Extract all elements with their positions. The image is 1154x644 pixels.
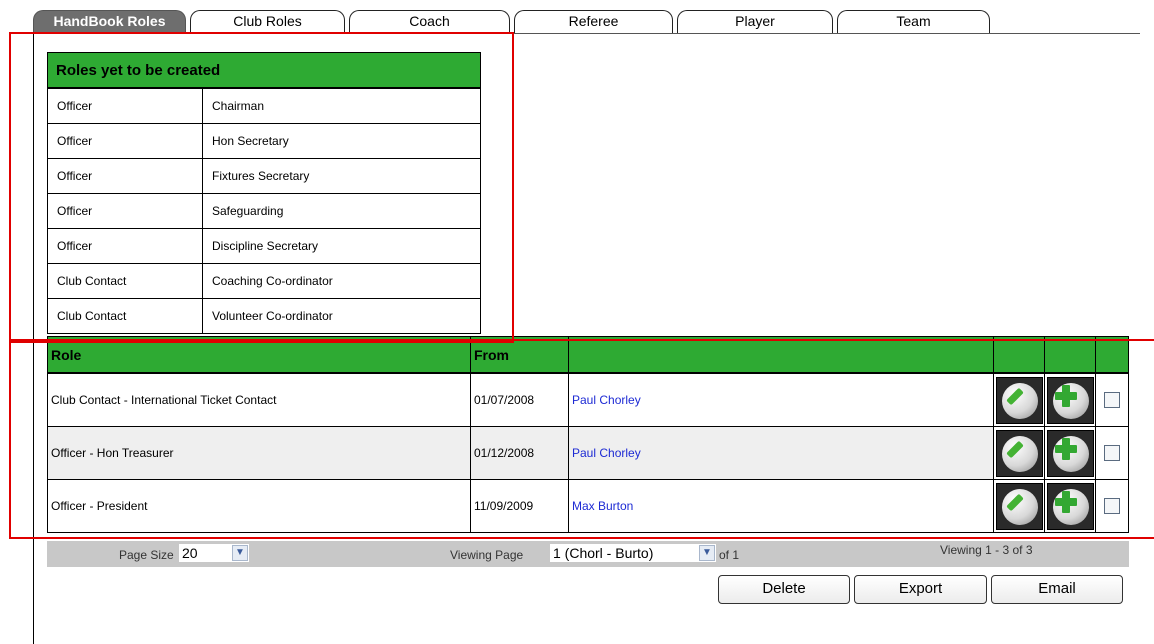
table-row: Club Contact - International Ticket Cont… (47, 372, 1129, 427)
pending-role-row: Officer Hon Secretary (47, 123, 481, 159)
select-cell (1095, 479, 1129, 533)
plus-icon[interactable] (1046, 482, 1094, 530)
person-link[interactable]: Max Burton (572, 499, 633, 513)
edit-cell (993, 426, 1045, 480)
from-date-cell: 01/07/2008 (470, 372, 569, 427)
add-cell (1044, 479, 1096, 533)
add-cell (1044, 426, 1096, 480)
tab-underline (33, 33, 1140, 34)
role-type: Officer (47, 193, 203, 229)
row-select-checkbox[interactable] (1104, 392, 1120, 408)
role-name: Safeguarding (202, 193, 481, 229)
select-cell (1095, 372, 1129, 427)
pending-role-row: Officer Safeguarding (47, 193, 481, 229)
role-cell: Club Contact - International Ticket Cont… (47, 372, 471, 427)
from-date-cell: 11/09/2009 (470, 479, 569, 533)
role-name: Chairman (202, 87, 481, 124)
pending-roles-title: Roles yet to be created (47, 52, 481, 89)
table-row: Officer - President 11/09/2009 Max Burto… (47, 479, 1129, 533)
tab-club-roles[interactable]: Club Roles (190, 10, 345, 33)
pencil-icon[interactable] (995, 482, 1043, 530)
role-type: Officer (47, 158, 203, 194)
tab-player[interactable]: Player (677, 10, 833, 33)
role-name: Coaching Co-ordinator (202, 263, 481, 299)
email-button[interactable]: Email (991, 575, 1123, 604)
role-type: Officer (47, 87, 203, 124)
column-header-edit (993, 336, 1045, 374)
page-size-select[interactable]: 20 ▼ (178, 543, 250, 563)
tab-handbook-roles[interactable]: HandBook Roles (33, 10, 186, 33)
role-type: Club Contact (47, 263, 203, 299)
column-header-select (1095, 336, 1129, 374)
column-header-from[interactable]: From (470, 336, 569, 374)
role-cell: Officer - Hon Treasurer (47, 426, 471, 480)
pending-role-row: Club Contact Coaching Co-ordinator (47, 263, 481, 299)
role-type: Club Contact (47, 298, 203, 334)
pending-role-row: Officer Discipline Secretary (47, 228, 481, 264)
delete-button[interactable]: Delete (718, 575, 850, 604)
pencil-icon[interactable] (995, 376, 1043, 424)
pager-bar: Page Size 20 ▼ Viewing Page 1 (Chorl - B… (47, 541, 1129, 567)
select-cell (1095, 426, 1129, 480)
pending-role-row: Officer Chairman (47, 87, 481, 124)
person-cell: Max Burton (568, 479, 994, 533)
tab-bar: HandBook Roles Club Roles Coach Referee … (0, 0, 1154, 34)
plus-icon[interactable] (1046, 429, 1094, 477)
column-header-role[interactable]: Role (47, 336, 471, 374)
role-type: Officer (47, 228, 203, 264)
role-cell: Officer - President (47, 479, 471, 533)
person-cell: Paul Chorley (568, 426, 994, 480)
tab-coach[interactable]: Coach (349, 10, 510, 33)
pending-role-row: Officer Fixtures Secretary (47, 158, 481, 194)
role-name: Hon Secretary (202, 123, 481, 159)
from-date-cell: 01/12/2008 (470, 426, 569, 480)
content-left-border (33, 33, 34, 644)
viewing-range-text: Viewing 1 - 3 of 3 (940, 543, 1033, 557)
role-name: Discipline Secretary (202, 228, 481, 264)
role-name: Fixtures Secretary (202, 158, 481, 194)
person-link[interactable]: Paul Chorley (572, 393, 641, 407)
pending-roles-table: Roles yet to be created Officer Chairman … (47, 52, 481, 334)
roles-header-row: Role From (47, 336, 1129, 374)
page-size-label: Page Size (119, 548, 174, 562)
edit-cell (993, 479, 1045, 533)
column-header-person (568, 336, 994, 374)
plus-icon[interactable] (1046, 376, 1094, 424)
pencil-icon[interactable] (995, 429, 1043, 477)
role-type: Officer (47, 123, 203, 159)
viewing-page-select[interactable]: 1 (Chorl - Burto) ▼ (549, 543, 717, 563)
viewing-page-value: 1 (Chorl - Burto) (553, 545, 654, 561)
tab-team[interactable]: Team (837, 10, 990, 33)
role-name: Volunteer Co-ordinator (202, 298, 481, 334)
viewing-page-label: Viewing Page (450, 548, 524, 562)
add-cell (1044, 372, 1096, 427)
chevron-down-icon: ▼ (699, 545, 715, 561)
person-cell: Paul Chorley (568, 372, 994, 427)
page-size-value: 20 (182, 545, 198, 561)
chevron-down-icon: ▼ (232, 545, 248, 561)
row-select-checkbox[interactable] (1104, 445, 1120, 461)
column-header-add (1044, 336, 1096, 374)
table-row: Officer - Hon Treasurer 01/12/2008 Paul … (47, 426, 1129, 480)
export-button[interactable]: Export (854, 575, 987, 604)
page-count-label: of 1 (719, 548, 740, 562)
edit-cell (993, 372, 1045, 427)
row-select-checkbox[interactable] (1104, 498, 1120, 514)
tab-referee[interactable]: Referee (514, 10, 673, 33)
person-link[interactable]: Paul Chorley (572, 446, 641, 460)
pending-role-row: Club Contact Volunteer Co-ordinator (47, 298, 481, 334)
roles-table: Role From Club Contact - International T… (47, 336, 1129, 533)
